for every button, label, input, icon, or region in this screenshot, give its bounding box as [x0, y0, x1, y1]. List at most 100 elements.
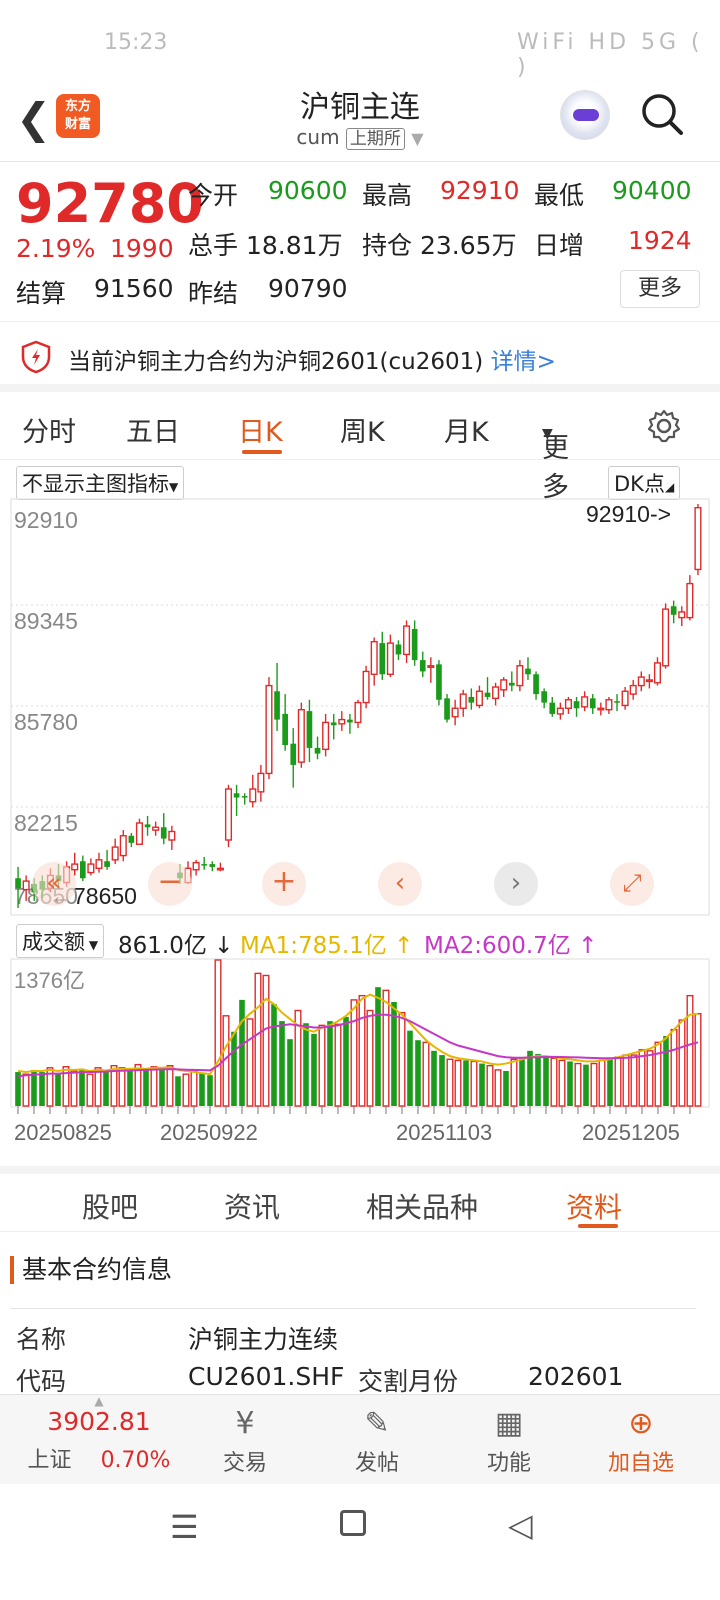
high-value: 92910 — [440, 176, 520, 205]
open-value: 90600 — [268, 176, 348, 205]
home-icon[interactable] — [340, 1510, 366, 1536]
volume-bar — [382, 989, 390, 1107]
volume-bar — [646, 1050, 654, 1107]
trade-button[interactable]: ¥ 交易 — [200, 1403, 290, 1477]
assistant-robot-icon[interactable] — [560, 90, 610, 140]
volume-bar — [454, 1059, 462, 1107]
candle-body — [621, 690, 629, 707]
volume-bar — [574, 1062, 582, 1107]
candle-body — [492, 686, 500, 700]
volume-indicator-dropdown[interactable]: 成交额 ▼ — [16, 924, 105, 958]
candlestick-chart[interactable]: 929108934585780822157865092910->←78650 — [10, 498, 710, 918]
add-circle-icon: ⊕ — [628, 1406, 654, 1441]
status-time: 15:23 — [104, 30, 168, 55]
back-icon[interactable]: ◁ — [508, 1506, 533, 1544]
caret-up-icon: ▲ — [94, 1394, 104, 1408]
volume-bar — [670, 1028, 678, 1107]
ma1-value: MA1:785.1亿 ↑ — [240, 933, 414, 959]
menu-icon[interactable]: ☰ — [170, 1508, 199, 1546]
main-indicator-dropdown[interactable]: 不显示主图指标▼ — [16, 466, 185, 500]
caret-down-icon: ▼ — [542, 426, 553, 442]
volume-bar — [543, 1057, 549, 1106]
candle-body — [686, 582, 694, 619]
tab-related[interactable]: 相关品种 — [366, 1186, 478, 1226]
post-button[interactable]: ✎ 发帖 — [332, 1403, 422, 1477]
x-tick-label: 20251103 — [396, 1120, 492, 1145]
candle-body — [444, 698, 450, 720]
volume-bar — [94, 1067, 102, 1107]
tab-intraday[interactable]: 分时 — [22, 410, 76, 449]
rewind-icon[interactable]: « — [32, 862, 76, 906]
candle-body — [111, 846, 119, 861]
content-tabs: 股吧 资讯 相关品种 资料 — [0, 1166, 720, 1232]
add-watchlist-button[interactable]: ⊕ 加自选 — [596, 1403, 686, 1477]
candle-body — [338, 718, 346, 725]
dk-point-button[interactable]: DK点◢ — [608, 466, 681, 500]
candle-body — [257, 772, 265, 793]
tab-monthly-k[interactable]: 月K — [444, 410, 489, 449]
candle-body — [249, 788, 257, 803]
volume-bar — [550, 1057, 558, 1107]
zoom-out-icon[interactable]: − — [148, 862, 192, 906]
candle-body — [678, 611, 686, 619]
volume-bar — [614, 1056, 622, 1107]
zoom-in-icon[interactable]: + — [262, 862, 306, 906]
scroll-right-icon[interactable]: › — [494, 862, 538, 906]
volume-bar — [503, 1070, 509, 1106]
functions-button[interactable]: ▦ 功能 — [464, 1403, 554, 1477]
tab-news[interactable]: 资讯 — [224, 1186, 280, 1226]
candle-body — [653, 662, 662, 684]
candle-body — [694, 506, 702, 571]
delivery-value: 202601 — [528, 1362, 624, 1391]
edit-icon: ✎ — [364, 1406, 390, 1441]
candle-body — [581, 696, 589, 708]
candle-body — [379, 643, 386, 675]
volume-bar — [199, 1073, 205, 1106]
volume-bar — [431, 1050, 437, 1106]
notice-detail-link[interactable]: 详情> — [491, 349, 556, 375]
volume-chart[interactable]: 1376亿 20250825 20250922 20251103 20251205 — [10, 958, 710, 1164]
candle-body — [297, 708, 305, 763]
candle-body — [347, 719, 353, 723]
candle-body — [468, 696, 475, 703]
fullscreen-icon[interactable]: ⤢ — [610, 862, 654, 906]
volume-bar — [70, 1070, 78, 1107]
candle-body — [362, 670, 370, 704]
volume-bar — [159, 1067, 165, 1106]
tab-forum[interactable]: 股吧 — [82, 1186, 138, 1226]
max-price-annotation: 92910-> — [586, 501, 671, 527]
change-amount: 1990 — [110, 234, 174, 263]
more-quote-button[interactable]: 更多 — [620, 270, 700, 308]
candle-body — [224, 788, 233, 841]
candle-body — [330, 722, 337, 726]
volume-bar — [143, 1069, 149, 1106]
candle-body — [573, 701, 580, 709]
volume-bar — [486, 1064, 494, 1107]
volume-bar — [358, 994, 366, 1107]
ma2-value: MA2:600.7亿 ↑ — [424, 933, 598, 959]
candle-body — [233, 793, 240, 798]
tab-profile[interactable]: 资料 — [566, 1186, 622, 1226]
candle-body — [564, 699, 572, 709]
prev-settle-value: 90790 — [268, 274, 348, 303]
tab-daily-k[interactable]: 日K — [238, 410, 283, 449]
x-tick-label: 20250825 — [14, 1120, 112, 1145]
notice-text: 当前沪铜主力合约为沪铜2601(cu2601) 详情> — [68, 342, 556, 376]
volume-bar — [558, 1059, 566, 1107]
y-tick-label: 92910 — [14, 507, 78, 533]
volume-bar — [327, 1021, 333, 1106]
tab-five-day[interactable]: 五日 — [126, 410, 180, 449]
main-contract-notice[interactable]: 当前沪铜主力合约为沪铜2601(cu2601) 详情> — [0, 322, 720, 392]
volume-label: 总手 — [188, 231, 239, 260]
settings-gear-icon[interactable] — [646, 408, 682, 444]
contract-subtitle: cum 上期所 ▼ — [0, 124, 720, 150]
scroll-left-icon[interactable]: ‹ — [378, 862, 422, 906]
caret-down-icon[interactable]: ▼ — [411, 129, 423, 148]
volume-bar — [239, 999, 245, 1106]
search-icon[interactable] — [640, 92, 684, 136]
volume-bar — [86, 1073, 94, 1107]
candle-body — [160, 827, 167, 839]
tab-weekly-k[interactable]: 周K — [340, 410, 385, 449]
index-ticker[interactable]: ▲ 3902.81 上证 0.70% — [14, 1395, 184, 1474]
candle-body — [475, 690, 483, 707]
